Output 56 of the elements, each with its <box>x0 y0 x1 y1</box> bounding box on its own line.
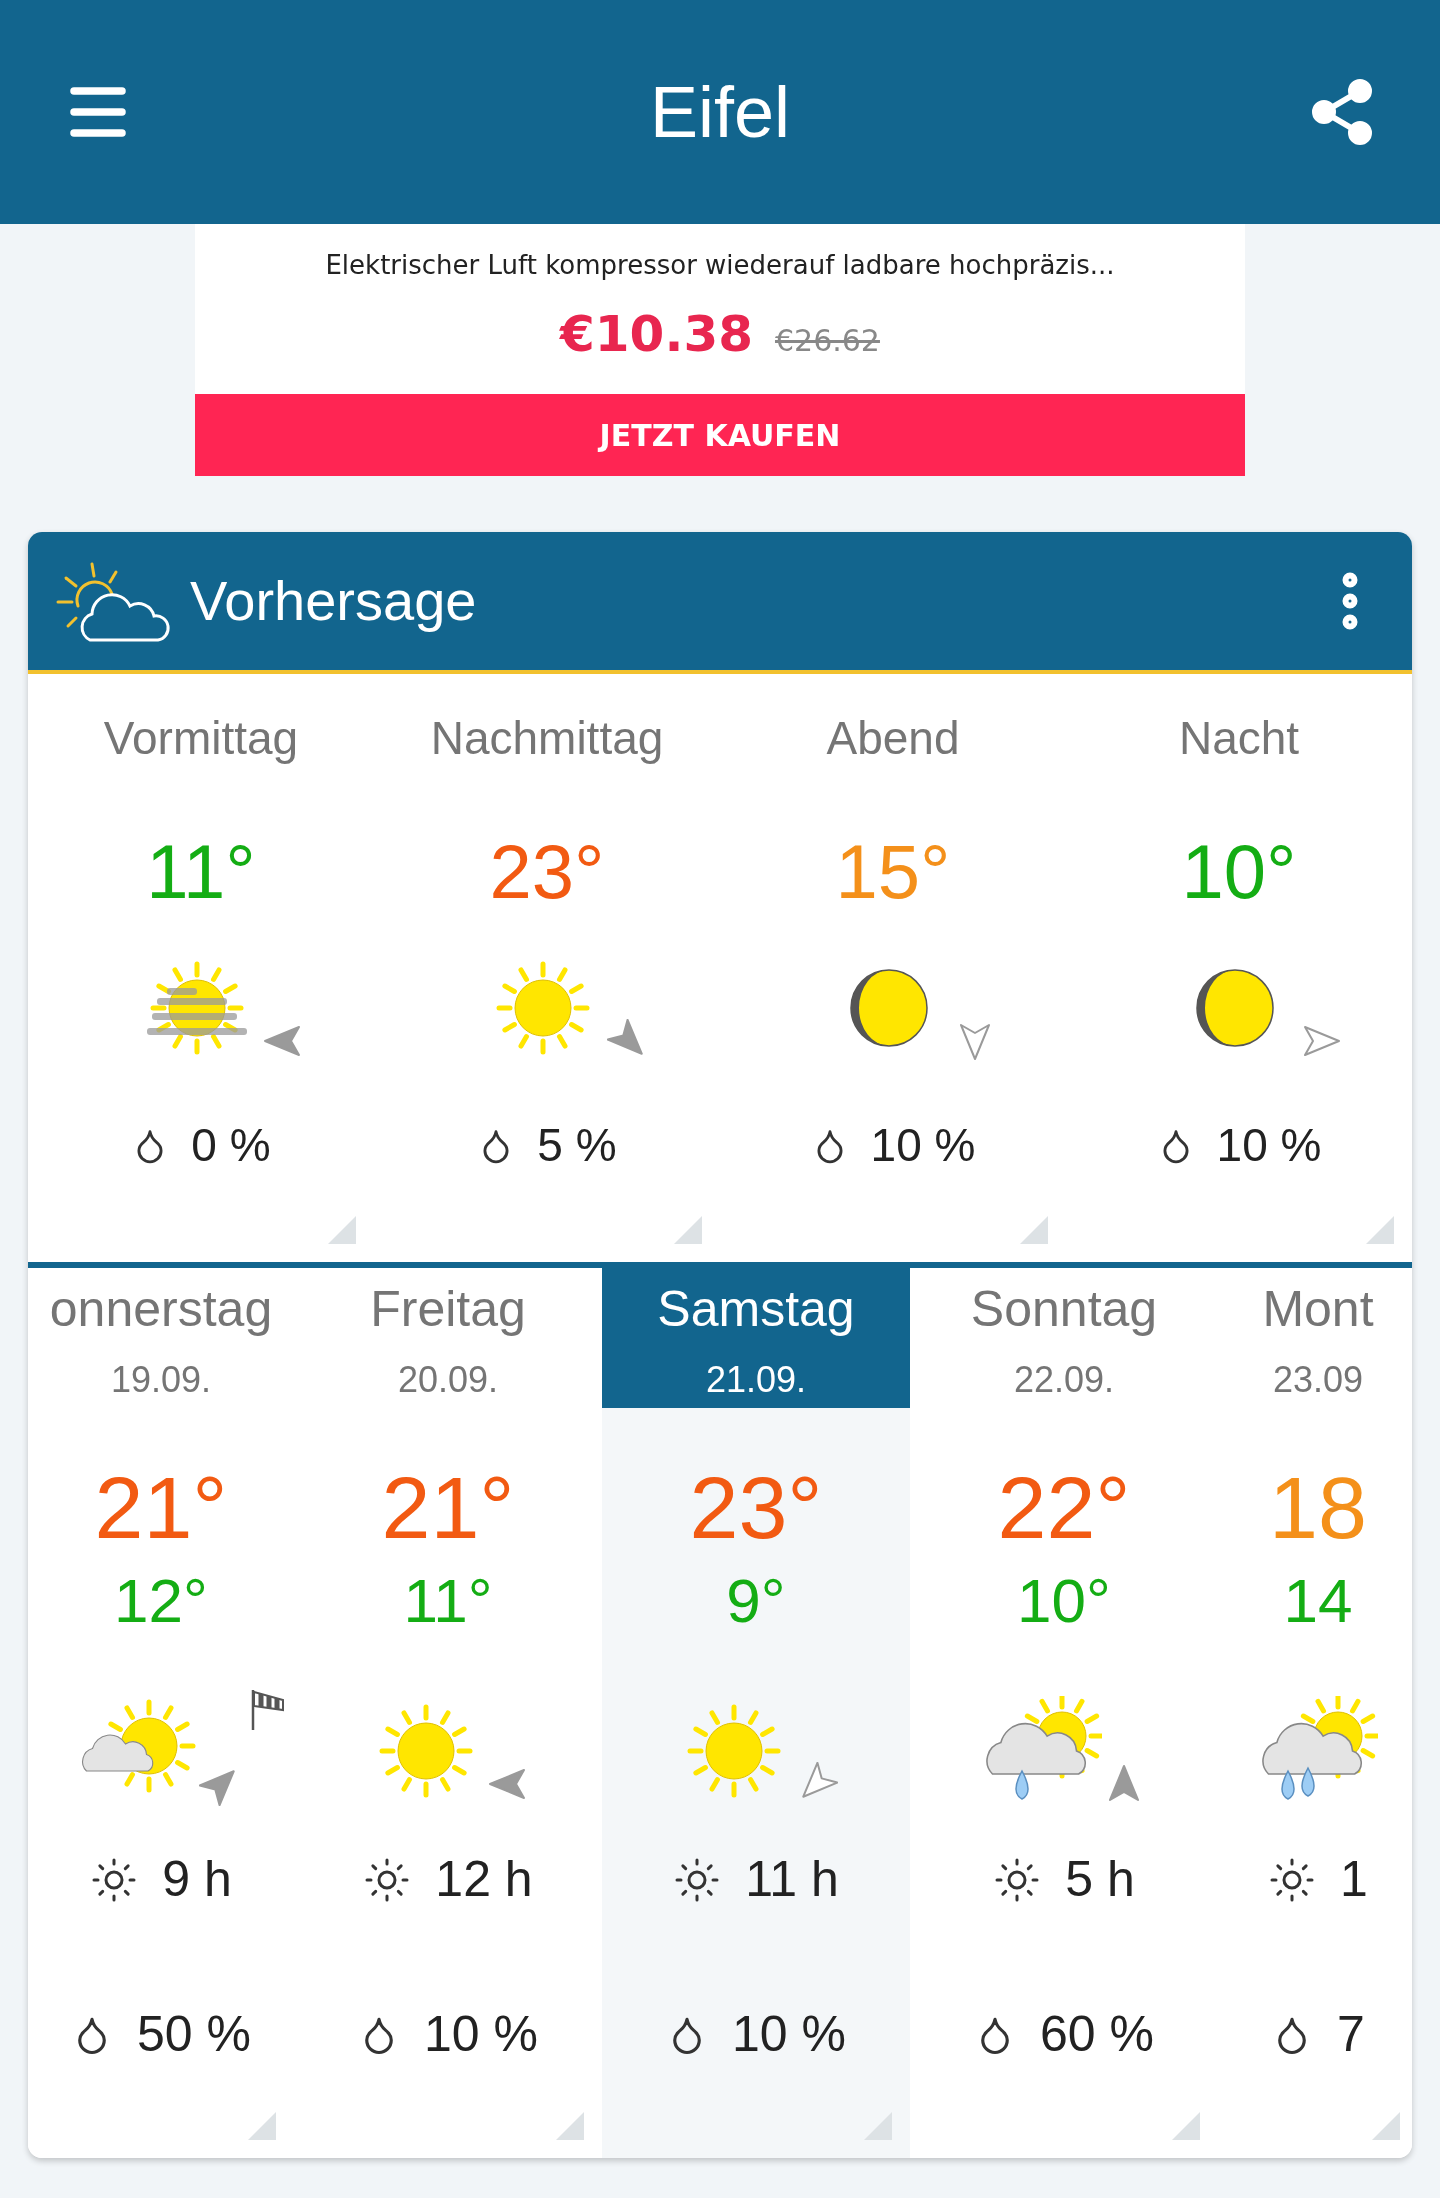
temperature: 15° <box>835 828 951 916</box>
ad-old-price: €26.62 <box>775 322 880 360</box>
day-column[interactable]: Mont 23.09 18 14 1 7 <box>1218 1268 1412 2158</box>
day-name: Freitag <box>370 1280 526 1339</box>
forecast-title: Vorhersage <box>190 568 477 634</box>
rain-probability: 10 % <box>870 1118 976 1173</box>
rain-probability: 60 % <box>1040 2005 1154 2064</box>
day-tab[interactable]: Mont 23.09 <box>1218 1268 1412 1408</box>
day-date: 22.09. <box>1013 1358 1115 1402</box>
temperature: 10° <box>1181 828 1297 916</box>
rain-probability: 10 % <box>1216 1118 1322 1173</box>
temperature: 23° <box>489 828 605 916</box>
low-temperature: 11° <box>403 1570 493 1632</box>
low-temperature: 9° <box>726 1570 786 1632</box>
day-column[interactable]: Samstag 21.09. 23° 9° 11 h 10 % <box>602 1268 910 2158</box>
ad-title[interactable]: Elektrischer Luft kompressor wiederauf ladbare hochpräzis... <box>325 246 1115 285</box>
day-tab[interactable]: onnerstag 19.09. <box>28 1268 294 1408</box>
high-temperature: 22° <box>997 1464 1131 1552</box>
day-name: onnerstag <box>49 1280 273 1339</box>
day-name: Samstag <box>657 1280 855 1339</box>
day-name: Sonntag <box>970 1280 1158 1339</box>
low-temperature: 14 <box>1283 1570 1353 1632</box>
day-tab[interactable]: Freitag 20.09. <box>294 1268 602 1408</box>
rain-probability: 10 % <box>424 2005 538 2064</box>
temperature: 11° <box>146 828 256 916</box>
sunshine-hours: 12 h <box>435 1850 533 1909</box>
daypart-label: Nacht <box>1178 711 1300 766</box>
low-temperature: 10° <box>1017 1570 1111 1632</box>
rain-probability: 5 % <box>537 1118 617 1173</box>
sunshine-hours: 5 h <box>1065 1850 1135 1909</box>
sunshine-hours: 11 h <box>745 1850 839 1909</box>
high-temperature: 21° <box>381 1464 515 1552</box>
day-date: 21.09. <box>705 1358 807 1402</box>
rain-probability: 50 % <box>137 2005 251 2064</box>
daypart-label: Abend <box>826 711 960 766</box>
buy-now-button[interactable]: JETZT KAUFEN <box>195 394 1245 476</box>
day-tab[interactable]: Sonntag 22.09. <box>910 1268 1218 1408</box>
day-column[interactable]: onnerstag 19.09. 21° 12° 9 h 50 % <box>28 1268 294 2158</box>
day-name: Mont <box>1262 1280 1374 1339</box>
daypart-label: Nachmittag <box>430 711 664 766</box>
rain-probability: 10 % <box>732 2005 846 2064</box>
sunshine-hours: 9 h <box>162 1850 232 1909</box>
day-date: 23.09 <box>1272 1358 1364 1402</box>
high-temperature: 21° <box>94 1464 228 1552</box>
high-temperature: 23° <box>689 1464 823 1552</box>
rain-probability: 0 % <box>191 1118 271 1173</box>
sunshine-hours: 1 <box>1340 1850 1368 1909</box>
rain-probability: 7 <box>1337 2005 1365 2064</box>
app-title: Eifel <box>649 71 791 154</box>
day-date: 19.09. <box>110 1358 212 1402</box>
ad-price: €10.38 <box>560 304 753 365</box>
daypart-label: Vormittag <box>103 711 299 766</box>
high-temperature: 18 <box>1269 1464 1367 1552</box>
low-temperature: 12° <box>114 1570 208 1632</box>
day-tab[interactable]: Samstag 21.09. <box>602 1268 910 1408</box>
day-date: 20.09. <box>397 1358 499 1402</box>
